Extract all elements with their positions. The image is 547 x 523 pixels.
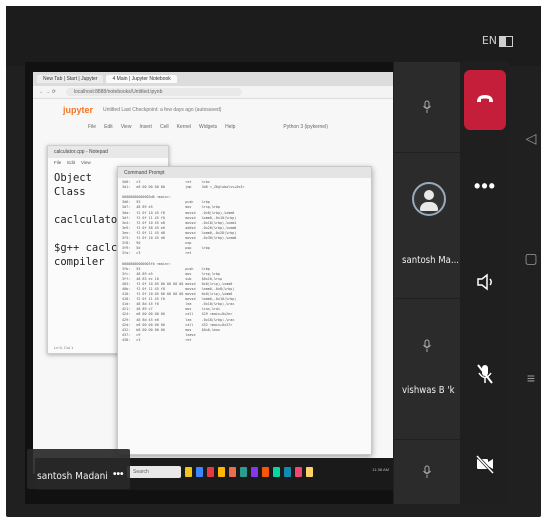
notebook-name[interactable]: Untitled Last Checkpoint: a few days ago… <box>103 107 221 113</box>
mic-off-icon <box>477 364 493 384</box>
mic-icon <box>423 465 431 478</box>
app-icon[interactable] <box>284 467 291 477</box>
cmd-title: Command Prompt <box>118 167 371 178</box>
app-icon[interactable] <box>273 467 280 477</box>
avatar <box>412 182 446 216</box>
more-options-button[interactable]: ••• <box>464 156 506 216</box>
kernel-name: Python 3 (ipykernel) <box>283 124 328 130</box>
back-nav-icon[interactable]: ◁ <box>519 130 543 147</box>
jupyter-menu: File Edit View Insert Cell Kernel Widget… <box>33 121 393 133</box>
menu-item[interactable]: View <box>121 124 132 130</box>
browser-tab[interactable]: 4 Main | Jupyter Notebook <box>106 75 177 83</box>
call-controls: ••• <box>461 62 509 504</box>
notepad-title: calculator.cpp - Notepad <box>48 146 168 158</box>
jupyter-logo: jupyter <box>63 105 94 115</box>
app-icon[interactable] <box>240 467 247 477</box>
menu-item[interactable]: Edit <box>67 160 75 165</box>
jupyter-header: jupyter Untitled Last Checkpoint: a few … <box>33 99 393 121</box>
camera-off-icon <box>475 454 495 475</box>
participant-name: vishwas B 'k <box>402 385 455 396</box>
mic-icon <box>423 339 431 352</box>
shared-screen: New Tab | Start | Jupyter 4 Main | Jupyt… <box>25 62 393 504</box>
taskbar-icons <box>185 467 313 477</box>
mute-button[interactable] <box>464 344 506 404</box>
leave-call-button[interactable] <box>464 70 506 130</box>
folder-icon[interactable] <box>185 467 192 477</box>
menu-item[interactable]: Help <box>225 124 235 130</box>
taskbar-search[interactable]: Search <box>127 466 181 478</box>
speaker-button[interactable] <box>464 252 506 312</box>
lang-label: EN <box>481 34 497 47</box>
browser-tab[interactable]: New Tab | Start | Jupyter <box>37 75 104 83</box>
app-icon[interactable] <box>262 467 269 477</box>
menu-item[interactable]: Cell <box>160 124 169 130</box>
language-indicator[interactable]: EN <box>482 34 513 47</box>
more-icon: ••• <box>474 175 496 196</box>
url-field[interactable]: localhost:8888/notebooks/Untitled.ipynb <box>65 88 242 96</box>
speaker-icon <box>477 273 492 291</box>
more-icon[interactable]: ••• <box>113 469 124 480</box>
menu-item[interactable]: File <box>54 160 61 165</box>
menu-item[interactable]: View <box>81 160 91 165</box>
app-icon[interactable] <box>218 467 225 477</box>
participant-tile[interactable]: santosh Ma... <box>394 153 460 298</box>
address-bar: ← → ⟳ localhost:8888/notebooks/Untitled.… <box>33 86 393 99</box>
command-prompt-window[interactable]: Command Prompt 3d0: c3 ret %rbx 3d1: e8 0… <box>117 166 372 455</box>
app-icon[interactable] <box>207 467 214 477</box>
menu-item[interactable]: File <box>88 124 96 130</box>
back-icon[interactable]: ← → ⟳ <box>39 89 56 95</box>
disassembly-output: 3d0: c3 ret %rbx 3d1: e8 00 00 00 00 jmp … <box>118 178 371 345</box>
app-icon[interactable] <box>306 467 313 477</box>
menu-item[interactable]: Edit <box>104 124 113 130</box>
taskbar-clock: 11:38 AM <box>372 467 389 472</box>
phone-hangup-icon <box>477 95 493 102</box>
recents-nav-icon[interactable]: ≡ <box>519 370 543 386</box>
app-icon[interactable] <box>251 467 258 477</box>
participant-tile[interactable] <box>394 62 460 152</box>
camera-button[interactable] <box>464 434 506 494</box>
menu-item[interactable]: Widgets <box>199 124 217 130</box>
status-bar: EN <box>6 6 541 66</box>
edge-icon[interactable] <box>196 467 203 477</box>
participant-tile[interactable]: vishwas B 'k <box>394 299 460 439</box>
battery-icon <box>499 35 513 47</box>
app-icon[interactable] <box>295 467 302 477</box>
menu-item[interactable]: Kernel <box>177 124 191 130</box>
browser-tabs: New Tab | Start | Jupyter 4 Main | Jupyt… <box>33 72 393 86</box>
participant-name: santosh Ma... <box>402 255 460 266</box>
presenter-nametag[interactable]: santosh Madani ••• <box>27 449 130 489</box>
menu-item[interactable]: Insert <box>139 124 152 130</box>
disassembly-line: 438: c3 ret <box>122 337 192 342</box>
home-nav-icon[interactable]: ▢ <box>519 250 543 267</box>
presenter-name: santosh Madani <box>37 471 108 482</box>
participant-tile[interactable] <box>394 440 460 504</box>
mic-icon <box>423 100 431 113</box>
app-icon[interactable] <box>229 467 236 477</box>
